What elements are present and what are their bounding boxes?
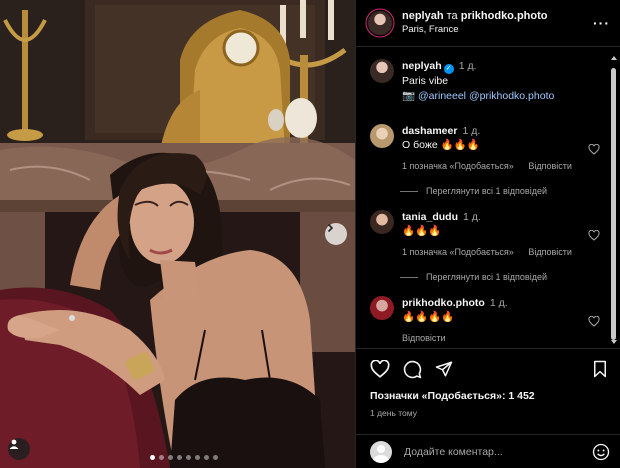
comments-list[interactable]: neplyah ✓ 1 д. Paris vibe 📷 @arineeel @pri… [356,48,620,348]
coauthor-username[interactable]: prikhodko.photo [461,10,548,22]
scroll-up-arrow-icon[interactable] [611,56,617,60]
commenter-username[interactable]: tania_dudu [402,211,458,223]
carousel-dot [177,455,182,460]
carousel-dot [195,455,200,460]
carousel-dot [150,455,155,460]
post-timestamp[interactable]: 1 день тому [370,408,608,418]
add-comment-bar [356,434,620,468]
heart-icon [370,360,390,378]
verified-badge-icon: ✓ [443,64,454,74]
post-photo[interactable] [0,0,355,468]
smiley-icon [592,443,610,460]
user-tag-icon [9,439,19,449]
comment-button[interactable] [403,360,422,379]
post-caption: neplyah ✓ 1 д. Paris vibe 📷 @arineeel @pri… [370,59,620,104]
like-comment-button[interactable] [588,228,600,246]
authors-connector: та [443,10,461,22]
comment-reply-button[interactable]: Відповісти [528,247,572,257]
comment-bubble-icon [403,360,422,378]
caption-time[interactable]: 1 д. [459,60,477,72]
emoji-picker-button[interactable] [592,443,610,461]
carousel-dot [186,455,191,460]
more-horizontal-icon: ··· [593,15,610,31]
comment-time[interactable]: 1 д. [463,211,481,223]
comment-likes-count[interactable]: 1 позначка «Подобається» [402,247,514,257]
carousel-indicator [150,455,218,460]
carousel-next-button[interactable] [325,223,347,245]
likes-count[interactable]: Позначки «Подобається»: 1 452 [370,390,608,402]
comment-time[interactable]: 1 д. [462,125,480,137]
post-actions: Позначки «Подобається»: 1 452 1 день том… [356,348,620,434]
post-header: neplyah та prikhodko.photo Paris, France… [356,0,620,47]
heart-outline-icon [588,315,600,327]
camera-emoji: 📷 [402,90,416,102]
like-comment-button[interactable] [588,142,600,160]
comment-item: prikhodko.photo 1 д. 🔥🔥🔥🔥 Відповісти [370,296,620,343]
author-username[interactable]: neplyah [402,10,444,22]
current-user-avatar [370,440,392,463]
carousel-dot [213,455,218,460]
chevron-right-icon [327,223,334,233]
view-replies-button[interactable]: Переглянути всі 1 відповідей [400,186,620,196]
like-button[interactable] [370,360,390,378]
post-location[interactable]: Paris, France [402,23,593,37]
caption-username[interactable]: neplyah [402,60,442,72]
tagged-users-button[interactable] [8,438,30,460]
post-authors: neplyah та prikhodko.photo [402,9,593,23]
comment-text: О боже 🔥🔥🔥 [402,139,480,151]
commenter-avatar[interactable] [370,210,394,234]
carousel-dot [159,455,164,460]
comment-input[interactable] [404,445,592,458]
caption-mention-1[interactable]: @arineeel [418,90,466,102]
caption-mention-2[interactable]: @prikhodko.photo [469,90,554,102]
commenter-avatar[interactable] [370,296,394,320]
carousel-dot [204,455,209,460]
comment-likes-count[interactable]: 1 позначка «Подобається» [402,161,514,171]
carousel-dot [168,455,173,460]
heart-outline-icon [588,229,600,241]
commenter-username[interactable]: dashameer [402,125,457,137]
heart-outline-icon [588,143,600,155]
scrollbar-thumb[interactable] [611,68,616,340]
caption-author-avatar[interactable] [370,59,394,83]
comment-text: 🔥🔥🔥 [402,225,442,237]
post-details-panel: neplyah та prikhodko.photo Paris, France… [355,0,620,468]
paper-plane-icon [435,361,453,377]
comment-item: dashameer 1 д. О боже 🔥🔥🔥 1 позначка «Под… [370,124,620,171]
commenter-avatar[interactable] [370,124,394,148]
view-replies-label: Переглянути всі 1 відповідей [426,186,547,196]
like-comment-button[interactable] [588,314,600,332]
comment-time[interactable]: 1 д. [490,297,508,309]
comment-text: 🔥🔥🔥🔥 [402,311,455,323]
more-options-button[interactable]: ··· [593,15,610,31]
view-replies-label: Переглянути всі 1 відповідей [426,272,547,282]
bookmark-icon [594,360,606,378]
share-button[interactable] [435,360,453,378]
comment-item: tania_dudu 1 д. 🔥🔥🔥 1 позначка «Подобаєть… [370,210,620,257]
author-avatar[interactable] [368,11,392,35]
scroll-down-arrow-icon[interactable] [611,340,617,344]
comment-reply-button[interactable]: Відповісти [528,161,572,171]
view-replies-button[interactable]: Переглянути всі 1 відповідей [400,272,620,282]
comment-reply-button[interactable]: Відповісти [402,333,446,343]
commenter-username[interactable]: prikhodko.photo [402,297,485,309]
comments-scrollbar[interactable] [611,52,617,344]
caption-text: Paris vibe [402,75,449,87]
save-button[interactable] [592,360,608,378]
photo-illustration [0,0,355,468]
